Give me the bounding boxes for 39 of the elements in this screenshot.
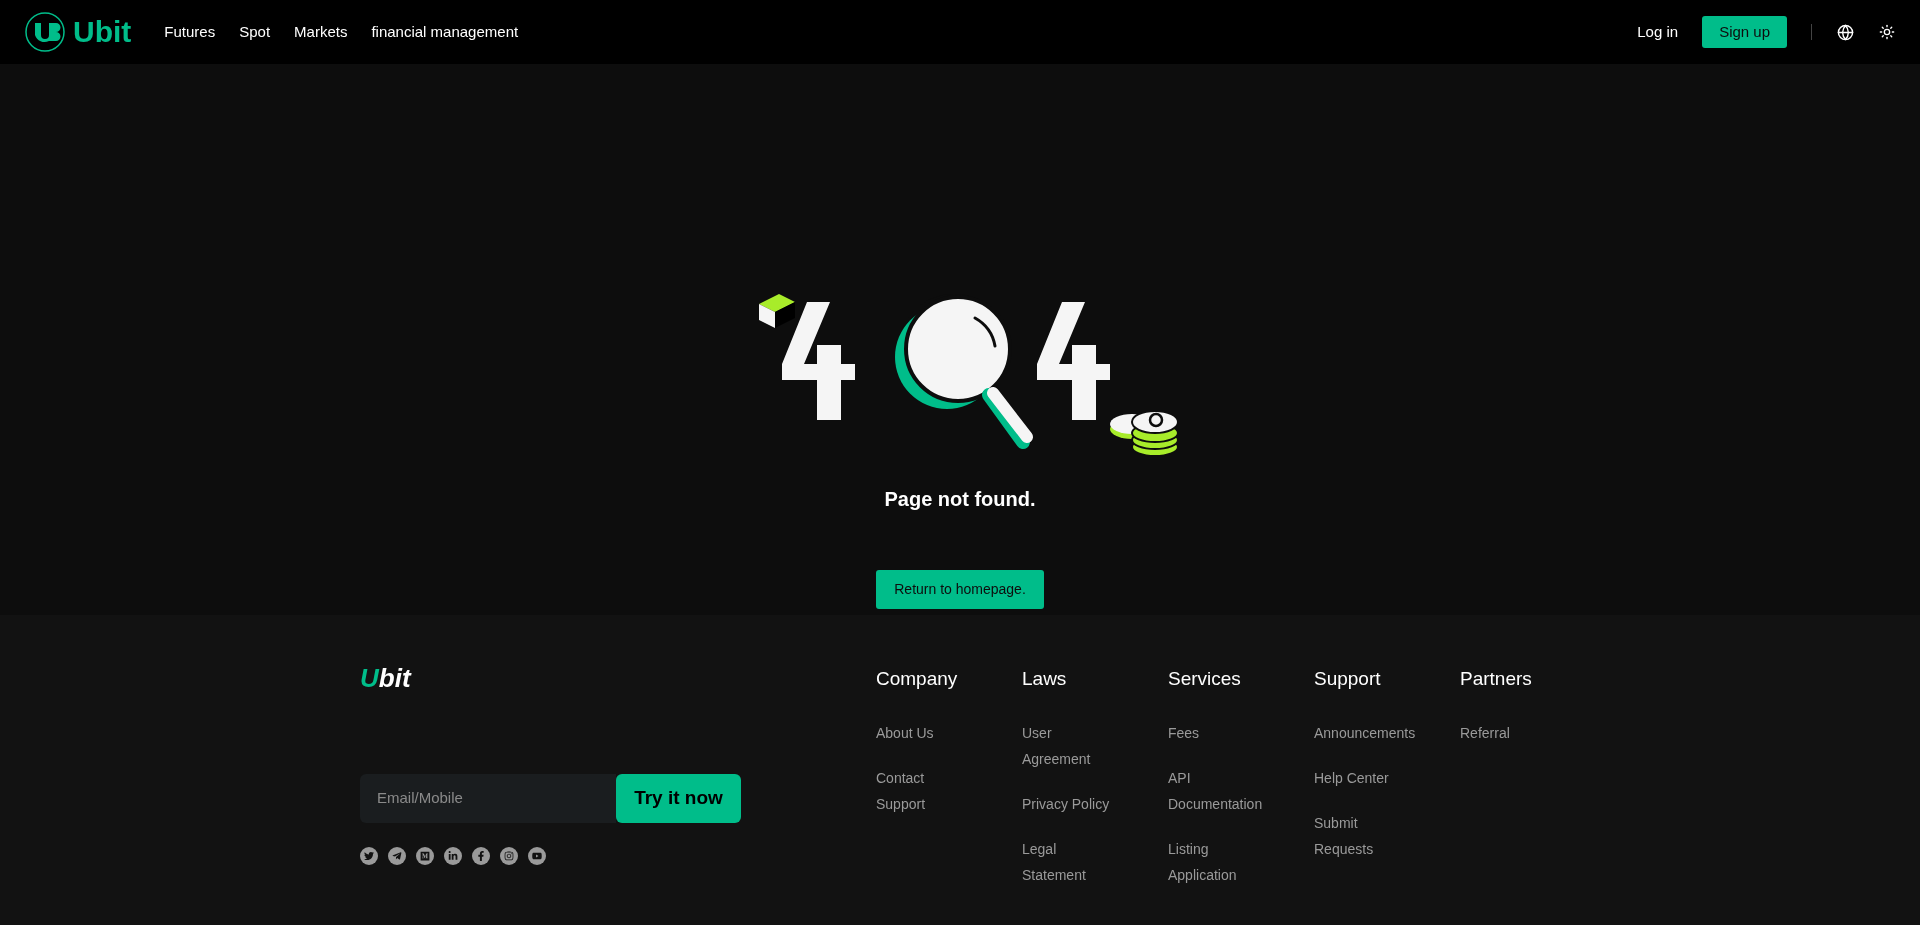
nav-link[interactable]: Spot [239, 20, 271, 44]
nav-link[interactable]: Futures [164, 20, 216, 44]
instagram-icon[interactable] [500, 847, 518, 865]
footer-link[interactable]: Help Center [1314, 765, 1460, 791]
footer-link[interactable]: API Documentation [1168, 765, 1314, 817]
footer-link[interactable]: Submit Requests [1314, 810, 1460, 862]
footer-column-heading: Company [876, 667, 959, 691]
try-now-button[interactable]: Try it now [616, 774, 741, 823]
login-link[interactable]: Log in [1637, 20, 1679, 44]
theme-sun-icon[interactable] [1879, 24, 1895, 40]
footer-link[interactable]: User Agreement [1022, 720, 1168, 772]
footer-link[interactable]: Contact Support [876, 765, 1022, 817]
footer-link[interactable]: Referral [1460, 720, 1606, 746]
signup-button[interactable]: Sign up [1702, 16, 1787, 48]
telegram-icon[interactable] [388, 847, 406, 865]
nav-link[interactable]: Markets [294, 20, 348, 44]
footer-link[interactable]: Privacy Policy [1022, 791, 1168, 817]
footer-link[interactable]: About Us [876, 720, 1022, 746]
email-input-field[interactable]: Email/Mobile [360, 774, 616, 823]
footer-logo[interactable]: Ubit [360, 665, 876, 691]
footer-link[interactable]: Announcements [1314, 720, 1460, 746]
footer-link[interactable]: Fees [1168, 720, 1314, 746]
language-globe-icon[interactable] [1837, 23, 1854, 41]
footer-column-heading: Laws [1022, 667, 1068, 691]
logo-icon [25, 12, 65, 52]
footer-link[interactable]: Legal Statement [1022, 836, 1168, 888]
footer-column-heading: Services [1168, 667, 1242, 691]
facebook-icon[interactable] [472, 847, 490, 865]
linkedin-icon[interactable] [444, 847, 462, 865]
footer-link[interactable]: Listing Application [1168, 836, 1314, 888]
footer-column-heading: Support [1314, 667, 1382, 691]
logo-text[interactable]: Ubit [73, 17, 132, 47]
nav-link[interactable]: financial management [371, 20, 519, 44]
error-message: Page not found. [884, 487, 1036, 512]
return-home-button[interactable]: Return to homepage. [876, 570, 1044, 609]
medium-icon[interactable] [416, 847, 434, 865]
twitter-icon[interactable] [360, 847, 378, 865]
footer-column-heading: Partners [1460, 667, 1533, 691]
youtube-icon[interactable] [528, 847, 546, 865]
